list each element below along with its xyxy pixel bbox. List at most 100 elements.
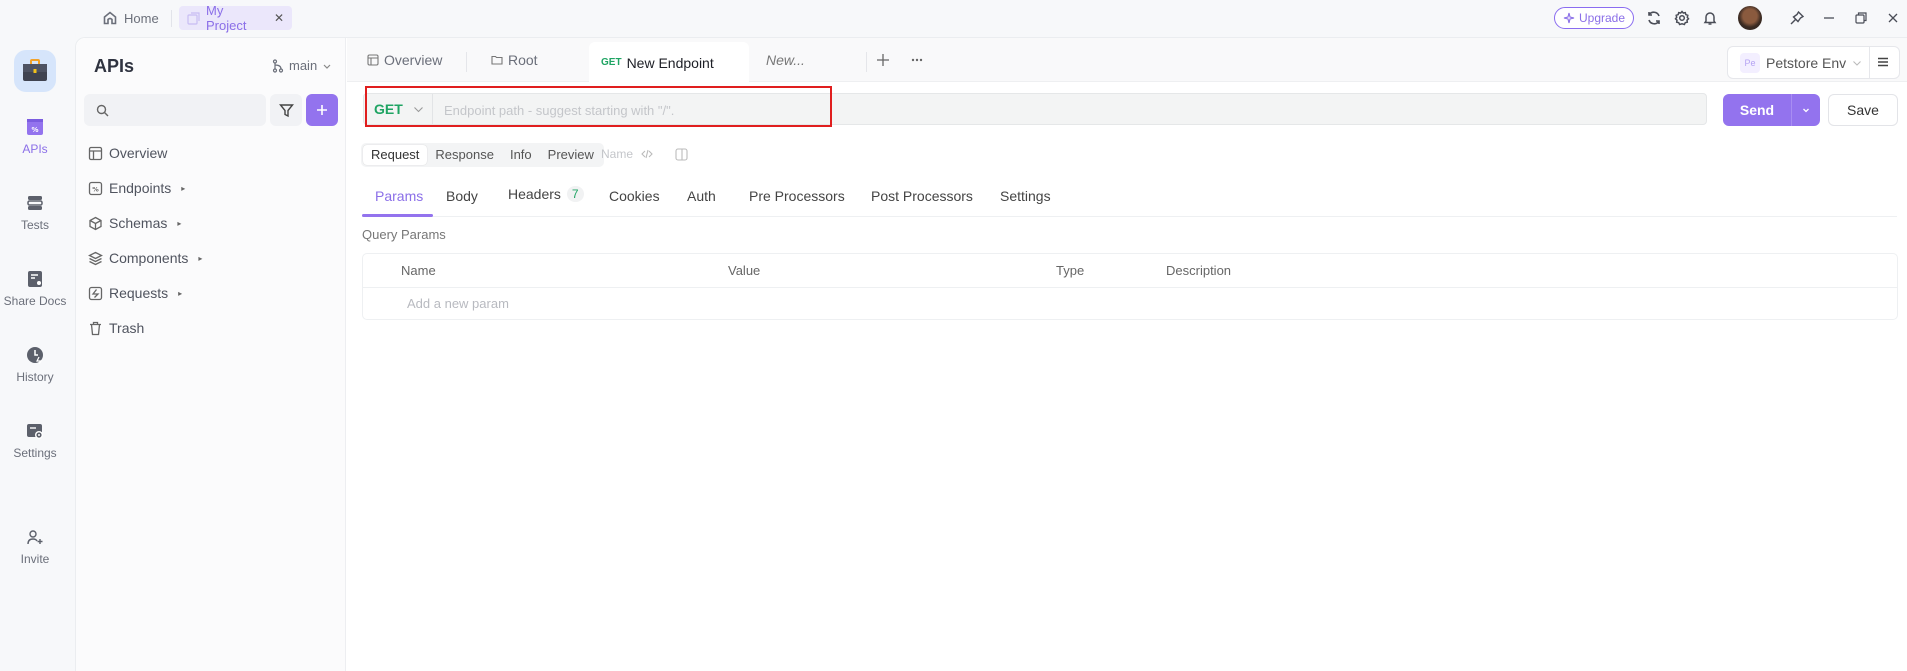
- tab-body[interactable]: Body: [446, 188, 478, 204]
- svg-text:%: %: [92, 185, 99, 193]
- rail-item-share-docs[interactable]: Share Docs: [0, 270, 70, 308]
- sidebar-search: [84, 94, 266, 126]
- more-tabs-button[interactable]: [910, 50, 924, 70]
- rail-item-history[interactable]: History: [0, 346, 70, 384]
- history-icon: [26, 346, 44, 364]
- sidebar-item-components[interactable]: Components ▸: [88, 248, 202, 268]
- sidebar-item-label: Schemas: [109, 215, 168, 231]
- refresh-icon[interactable]: [1645, 9, 1663, 27]
- tab-cookies[interactable]: Cookies: [609, 188, 660, 204]
- requests-icon: [88, 286, 103, 301]
- settings-icon: [26, 422, 44, 440]
- project-tab-label: My Project: [206, 3, 247, 33]
- filter-button[interactable]: [270, 94, 302, 126]
- caret-right-icon: ▸: [181, 183, 186, 193]
- ellipsis-icon: [910, 53, 924, 67]
- tab-label: Headers: [508, 186, 561, 202]
- tabs-bar: Overview Root GET New Endpoint New...: [347, 38, 1907, 83]
- bell-icon[interactable]: [1701, 9, 1719, 27]
- layers-icon: [88, 251, 103, 266]
- split-view-icon[interactable]: [675, 147, 688, 161]
- divider: [363, 287, 1897, 288]
- svg-text:%: %: [31, 126, 38, 134]
- divider: [432, 94, 433, 124]
- rail-label: Settings: [13, 446, 57, 460]
- query-params-table: Name Value Type Description Add a new pa…: [362, 253, 1898, 320]
- segment-request[interactable]: Request: [363, 145, 428, 165]
- tab-headers[interactable]: Headers 7: [508, 186, 584, 202]
- rail-item-settings[interactable]: Settings: [0, 422, 70, 460]
- rail-label: History: [16, 370, 54, 384]
- endpoint-path-input[interactable]: [444, 100, 1644, 120]
- column-header-name: Name: [401, 263, 436, 278]
- chevron-down-icon: [413, 104, 424, 115]
- tab-settings[interactable]: Settings: [1000, 188, 1051, 204]
- maximize-icon[interactable]: [1852, 9, 1870, 27]
- send-button[interactable]: Send: [1723, 94, 1820, 126]
- close-icon[interactable]: [1884, 9, 1902, 27]
- tab-label: New Endpoint: [626, 54, 714, 71]
- tab-new-endpoint[interactable]: GET New Endpoint: [589, 42, 749, 83]
- tab-label: New...: [766, 52, 805, 68]
- app-logo[interactable]: [14, 50, 56, 92]
- pin-icon[interactable]: [1788, 9, 1806, 27]
- segment-preview[interactable]: Preview: [540, 145, 602, 165]
- rail-item-apis[interactable]: % APIs: [0, 118, 70, 156]
- sidebar-item-label: Trash: [109, 320, 145, 336]
- method-badge: GET: [601, 57, 622, 68]
- segment-response[interactable]: Response: [427, 145, 502, 165]
- segment-info[interactable]: Info: [502, 145, 540, 165]
- env-name: Petstore Env: [1766, 54, 1847, 71]
- workspace-panel: [75, 37, 1907, 671]
- layout-icon: [367, 54, 379, 66]
- sidebar-item-requests[interactable]: Requests ▸: [88, 283, 182, 303]
- avatar[interactable]: [1738, 6, 1762, 30]
- share-docs-icon: [26, 270, 44, 288]
- caret-right-icon: ▸: [198, 253, 203, 263]
- add-button[interactable]: [306, 94, 338, 126]
- add-param-input[interactable]: Add a new param: [407, 296, 509, 311]
- gear-icon[interactable]: [1673, 9, 1691, 27]
- close-tab-icon[interactable]: ✕: [274, 11, 284, 25]
- new-tab-button[interactable]: [876, 50, 890, 70]
- menu-button[interactable]: [1876, 55, 1890, 69]
- sidebar-item-schemas[interactable]: Schemas ▸: [88, 213, 181, 233]
- sidebar-item-overview[interactable]: Overview: [88, 143, 167, 163]
- environment-selector[interactable]: Pe Petstore Env: [1727, 46, 1900, 79]
- sidebar-item-endpoints[interactable]: % Endpoints ▸: [88, 178, 185, 198]
- caret-right-icon: ▸: [178, 288, 183, 298]
- trash-icon: [88, 321, 103, 336]
- home-tab[interactable]: Home: [102, 8, 159, 28]
- upgrade-button[interactable]: Upgrade: [1554, 7, 1634, 29]
- branch-selector[interactable]: main: [272, 58, 332, 73]
- name-placeholder[interactable]: Name: [601, 147, 633, 161]
- active-tab-indicator: [362, 214, 433, 217]
- sidebar-title: APIs: [94, 56, 135, 76]
- send-options-chevron-icon[interactable]: [1792, 105, 1820, 115]
- rail-item-invite[interactable]: Invite: [0, 528, 70, 566]
- tab-root[interactable]: Root: [491, 50, 538, 70]
- tab-pre-processors[interactable]: Pre Processors: [749, 188, 845, 204]
- tab-post-processors[interactable]: Post Processors: [871, 188, 973, 204]
- endpoints-icon: %: [88, 181, 103, 196]
- code-icon[interactable]: [641, 148, 653, 160]
- rail-label: Tests: [20, 218, 49, 232]
- search-input[interactable]: [115, 102, 255, 118]
- tests-icon: [26, 194, 44, 212]
- divider: [466, 52, 467, 72]
- sidebar-item-label: Components: [109, 250, 189, 266]
- tab-params[interactable]: Params: [375, 188, 423, 204]
- minimize-icon[interactable]: [1820, 9, 1838, 27]
- save-button[interactable]: Save: [1828, 94, 1898, 126]
- tab-auth[interactable]: Auth: [687, 188, 716, 204]
- tab-new[interactable]: New...: [766, 50, 805, 70]
- rail-label: APIs: [22, 142, 48, 156]
- tab-overview[interactable]: Overview: [367, 50, 442, 70]
- layout-icon: [88, 146, 103, 161]
- method-selector[interactable]: GET: [374, 101, 424, 117]
- rail-item-tests[interactable]: Tests: [0, 194, 70, 232]
- project-tab[interactable]: My Project ✕: [179, 3, 292, 33]
- sidebar-item-trash[interactable]: Trash: [88, 318, 144, 338]
- hamburger-icon: [1876, 55, 1890, 69]
- tab-label: Overview: [384, 52, 443, 68]
